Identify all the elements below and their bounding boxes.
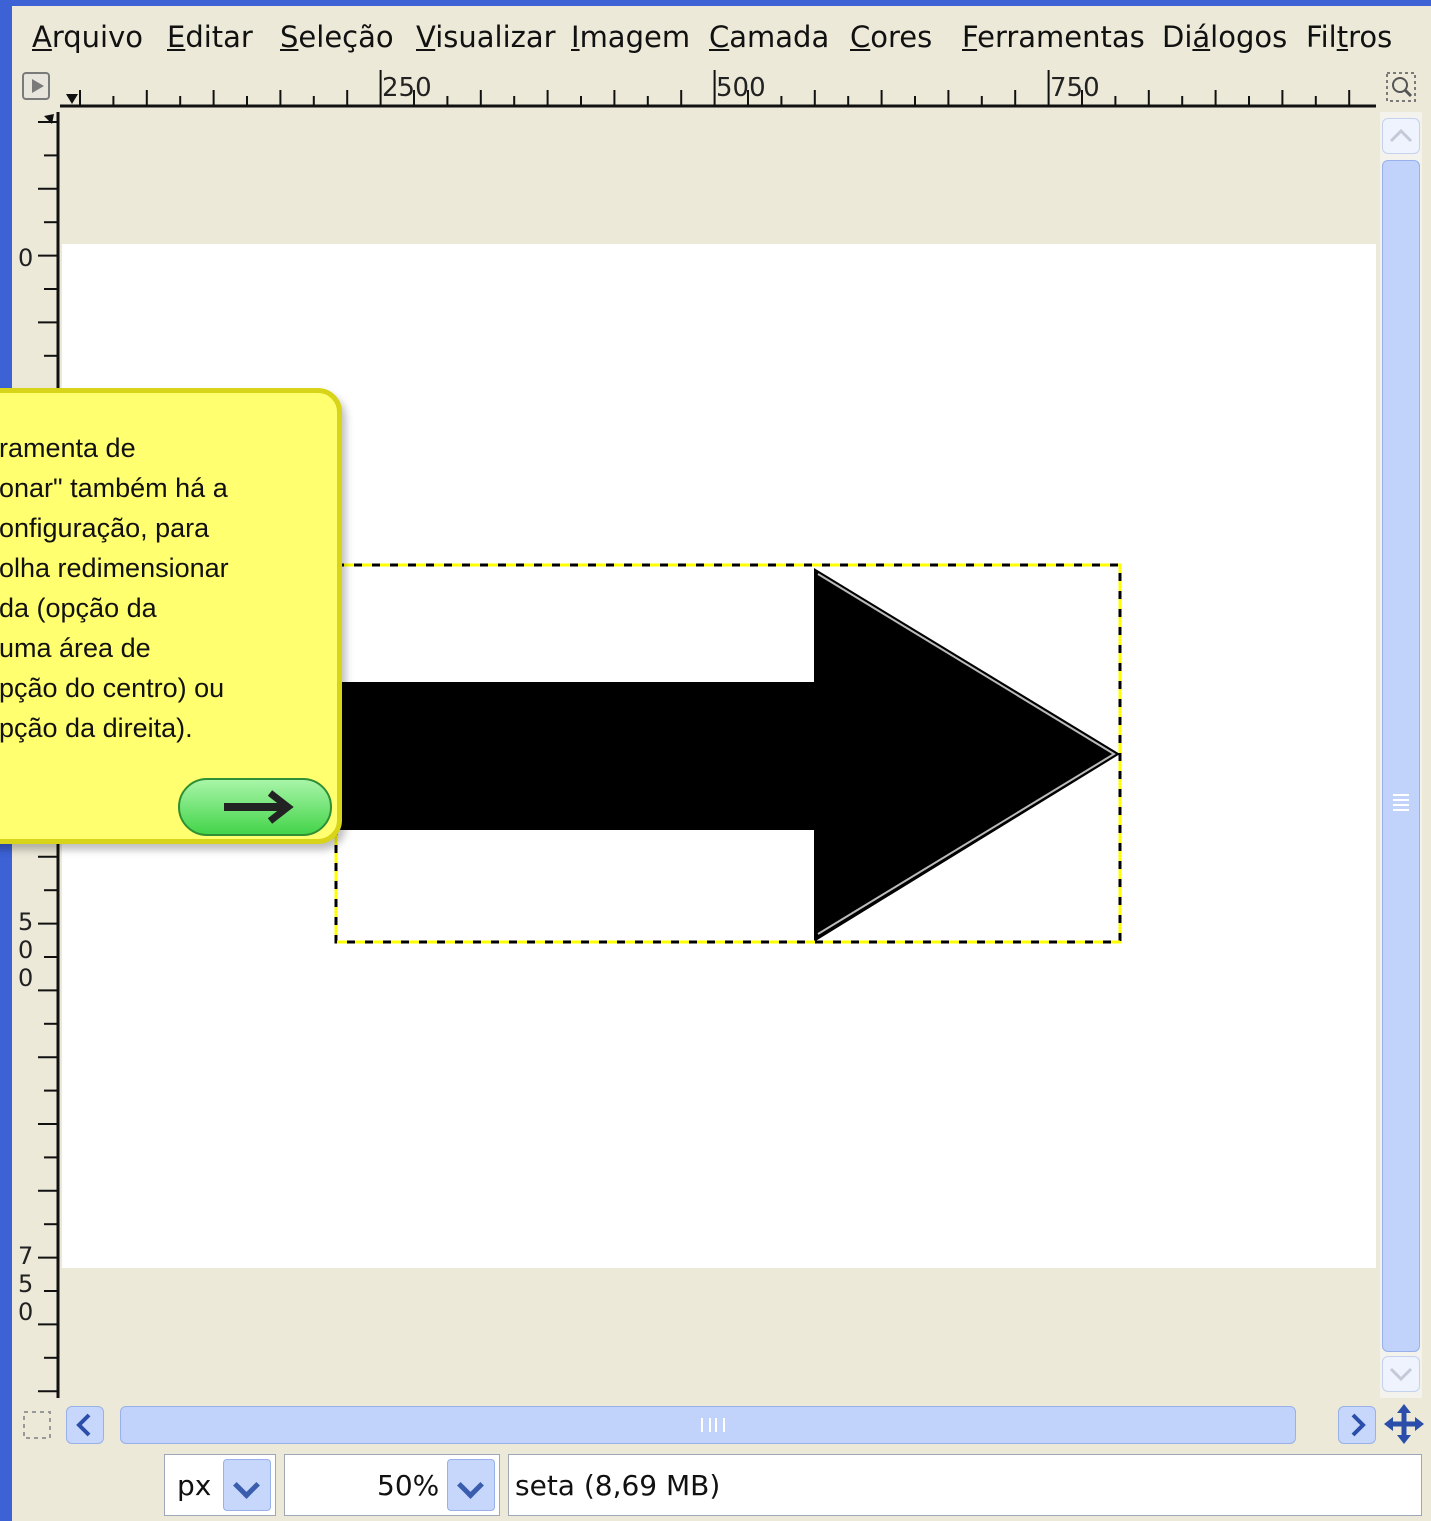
horizontal-scroll-row [12, 1398, 1431, 1450]
hruler-label-500: 500 [716, 73, 766, 103]
vruler-label-750-d1: 7 [18, 1242, 33, 1270]
menu-visualizar[interactable]: Visualizar [416, 20, 556, 54]
scroll-up-button[interactable] [1382, 118, 1420, 154]
tutorial-balloon: ramenta de onar" também há a onfiguração… [0, 388, 342, 844]
menu-selecao[interactable]: Seleção [280, 20, 394, 54]
horizontal-scroll-thumb[interactable] [120, 1406, 1296, 1444]
status-message: seta (8,69 MB) [508, 1454, 1422, 1516]
vruler-label-500-d3: 0 [18, 964, 33, 992]
image-menu-button[interactable] [22, 72, 50, 100]
quick-mask-icon[interactable] [22, 1410, 52, 1440]
grip-icon [1393, 794, 1409, 811]
grip-icon [701, 1418, 725, 1432]
chevron-up-icon [1389, 128, 1413, 143]
tutorial-text-line: pção da direita). [0, 713, 193, 743]
hruler-label-250: 250 [382, 73, 432, 103]
scroll-right-button[interactable] [1338, 1406, 1376, 1444]
hruler-label-750: 750 [1050, 73, 1100, 103]
chevron-right-icon [1351, 1413, 1366, 1437]
right-arrow-icon [224, 790, 294, 824]
zoom-select[interactable]: 50% [284, 1454, 500, 1516]
menu-dialogos[interactable]: Diálogos [1162, 20, 1287, 54]
menu-arquivo[interactable]: Arquivo [32, 20, 143, 54]
vruler-label-500: 5 0 0 [18, 908, 33, 992]
tutorial-text-line: da (opção da [0, 593, 157, 623]
chevron-down-icon [1389, 1367, 1413, 1382]
vruler-label-750: 7 5 0 [18, 1242, 33, 1326]
menu-bar: Arquivo Editar Seleção Visualizar Imagem… [12, 6, 1431, 64]
tutorial-text-line: pção do centro) ou [0, 673, 225, 703]
tutorial-next-button[interactable] [178, 778, 332, 836]
menu-imagem[interactable]: Imagem [571, 20, 690, 54]
tutorial-text-line: uma área de [0, 633, 151, 663]
horizontal-ruler[interactable]: 250 500 750 [60, 66, 1376, 110]
tutorial-text-line: onfiguração, para [0, 513, 210, 543]
zoom-value: 50% [377, 1469, 440, 1502]
unit-select[interactable]: px [164, 1454, 276, 1516]
zoom-to-window-icon[interactable] [1386, 72, 1416, 102]
vruler-label-750-d3: 0 [18, 1298, 33, 1326]
navigate-icon[interactable] [1384, 1404, 1424, 1444]
chevron-down-icon[interactable] [447, 1459, 495, 1511]
vertical-scrollbar[interactable] [1380, 112, 1422, 1398]
status-bar: px 50% seta (8,69 MB) [12, 1450, 1431, 1521]
menu-camada[interactable]: Camada [709, 20, 829, 54]
tutorial-text-line: ramenta de [0, 433, 136, 463]
chevron-down-icon[interactable] [223, 1459, 271, 1511]
vruler-label-0: 0 [18, 244, 33, 272]
vruler-label-500-d1: 5 [18, 908, 33, 936]
menu-editar[interactable]: Editar [167, 20, 253, 54]
unit-value: px [177, 1469, 212, 1502]
scroll-left-button[interactable] [66, 1406, 104, 1444]
menu-filtros[interactable]: Filtros [1306, 20, 1392, 54]
vruler-label-750-d2: 5 [18, 1270, 33, 1298]
menu-cores[interactable]: Cores [850, 20, 932, 54]
chevron-left-icon [76, 1413, 91, 1437]
scroll-down-button[interactable] [1382, 1356, 1420, 1392]
vertical-scroll-thumb[interactable] [1382, 160, 1420, 1352]
menu-ferramentas[interactable]: Ferramentas [962, 20, 1145, 54]
arrow-shape [330, 568, 1120, 942]
tutorial-text-line: onar" também há a [0, 473, 228, 503]
vruler-label-500-d2: 0 [18, 936, 33, 964]
tutorial-text-line: olha redimensionar [0, 553, 229, 583]
